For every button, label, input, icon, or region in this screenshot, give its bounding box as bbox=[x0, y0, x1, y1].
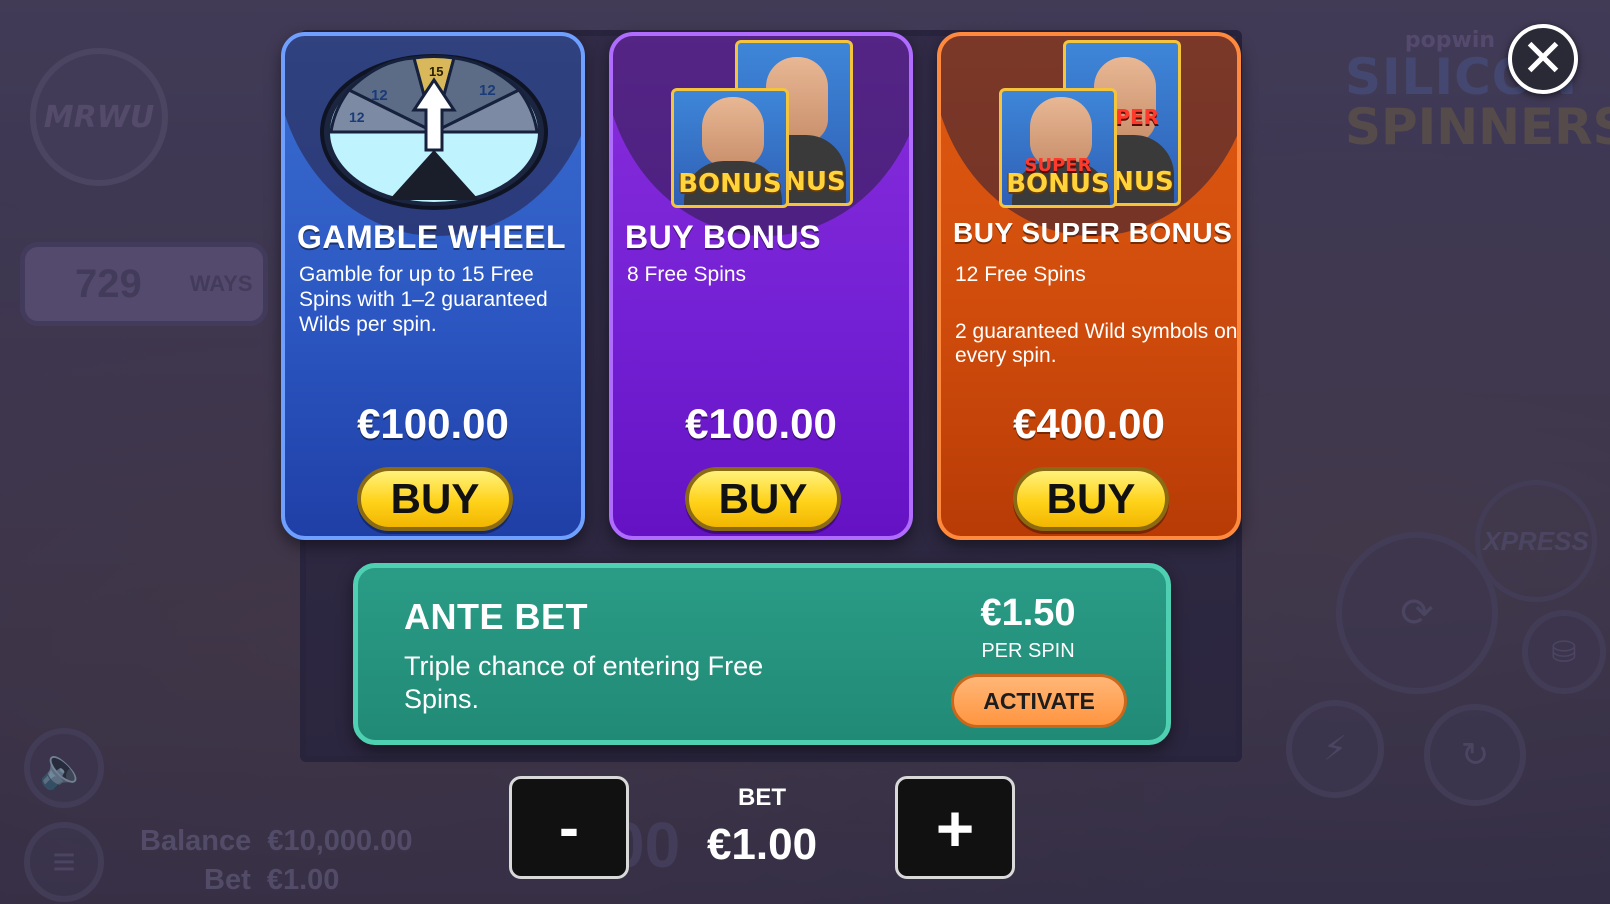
card-title: BUY BONUS bbox=[625, 219, 821, 255]
buy-super-bonus-buy-button[interactable]: BUY bbox=[1013, 467, 1169, 531]
bonus-symbol-icon: BONUS bbox=[671, 88, 789, 208]
ante-bet-panel: ANTE BET Triple chance of entering Free … bbox=[353, 563, 1171, 745]
buy-bonus-card: BONUS BONUS BUY BONUS 8 Free Spins €100.… bbox=[609, 32, 913, 540]
ante-bet-description: Triple chance of entering Free Spins. bbox=[404, 651, 764, 714]
ante-bet-price: €1.50 bbox=[980, 592, 1076, 634]
card-title: GAMBLE WHEEL bbox=[297, 219, 567, 255]
wheel-label-4: 12 bbox=[349, 109, 365, 125]
card-price: €100.00 bbox=[685, 400, 837, 447]
gamble-wheel-icon: 12 15 12 12 bbox=[320, 54, 548, 210]
gamble-wheel-buy-button[interactable]: BUY bbox=[357, 467, 513, 531]
wheel-label-2: 15 bbox=[429, 64, 443, 79]
character-head bbox=[702, 97, 764, 167]
ante-bet-per-spin: PER SPIN bbox=[981, 640, 1075, 662]
bet-label: BET bbox=[738, 784, 786, 811]
bet-decrease-button[interactable]: - bbox=[509, 776, 629, 879]
bet-value: €1.00 bbox=[706, 820, 818, 869]
bonus-tag: BONUS bbox=[678, 169, 782, 199]
close-icon: ✕ bbox=[1521, 30, 1565, 88]
ante-bet-activate-button[interactable]: ACTIVATE bbox=[951, 674, 1127, 728]
wheel-label-3: 12 bbox=[479, 82, 496, 99]
card-title: BUY SUPER BONUS bbox=[953, 217, 1233, 248]
wheel-label-1: 12 bbox=[371, 87, 388, 104]
card-description-extra: 2 guaranteed Wild symbols on every spin. bbox=[955, 320, 1238, 367]
buy-super-bonus-card: SUPER BONUS SUPER BONUS BUY SUPER BONUS … bbox=[937, 32, 1241, 540]
close-button[interactable]: ✕ bbox=[1508, 24, 1578, 94]
card-price: €400.00 bbox=[1013, 400, 1165, 447]
card-description: 8 Free Spins bbox=[627, 263, 747, 286]
super-bonus-symbol-icon: SUPER BONUS bbox=[999, 88, 1117, 208]
card-description: Gamble for up to 15 Free Spins with 1–2 … bbox=[299, 263, 548, 336]
ante-bet-title: ANTE BET bbox=[404, 596, 588, 637]
gamble-wheel-card: 12 15 12 12 GAMBLE WHEEL Gamble for up t… bbox=[281, 32, 585, 540]
card-price: €100.00 bbox=[357, 400, 509, 447]
bonus-tag: BONUS bbox=[1006, 169, 1110, 199]
card-description: 12 Free Spins bbox=[955, 263, 1086, 286]
bet-increase-button[interactable]: + bbox=[895, 776, 1015, 879]
buy-bonus-buy-button[interactable]: BUY bbox=[685, 467, 841, 531]
